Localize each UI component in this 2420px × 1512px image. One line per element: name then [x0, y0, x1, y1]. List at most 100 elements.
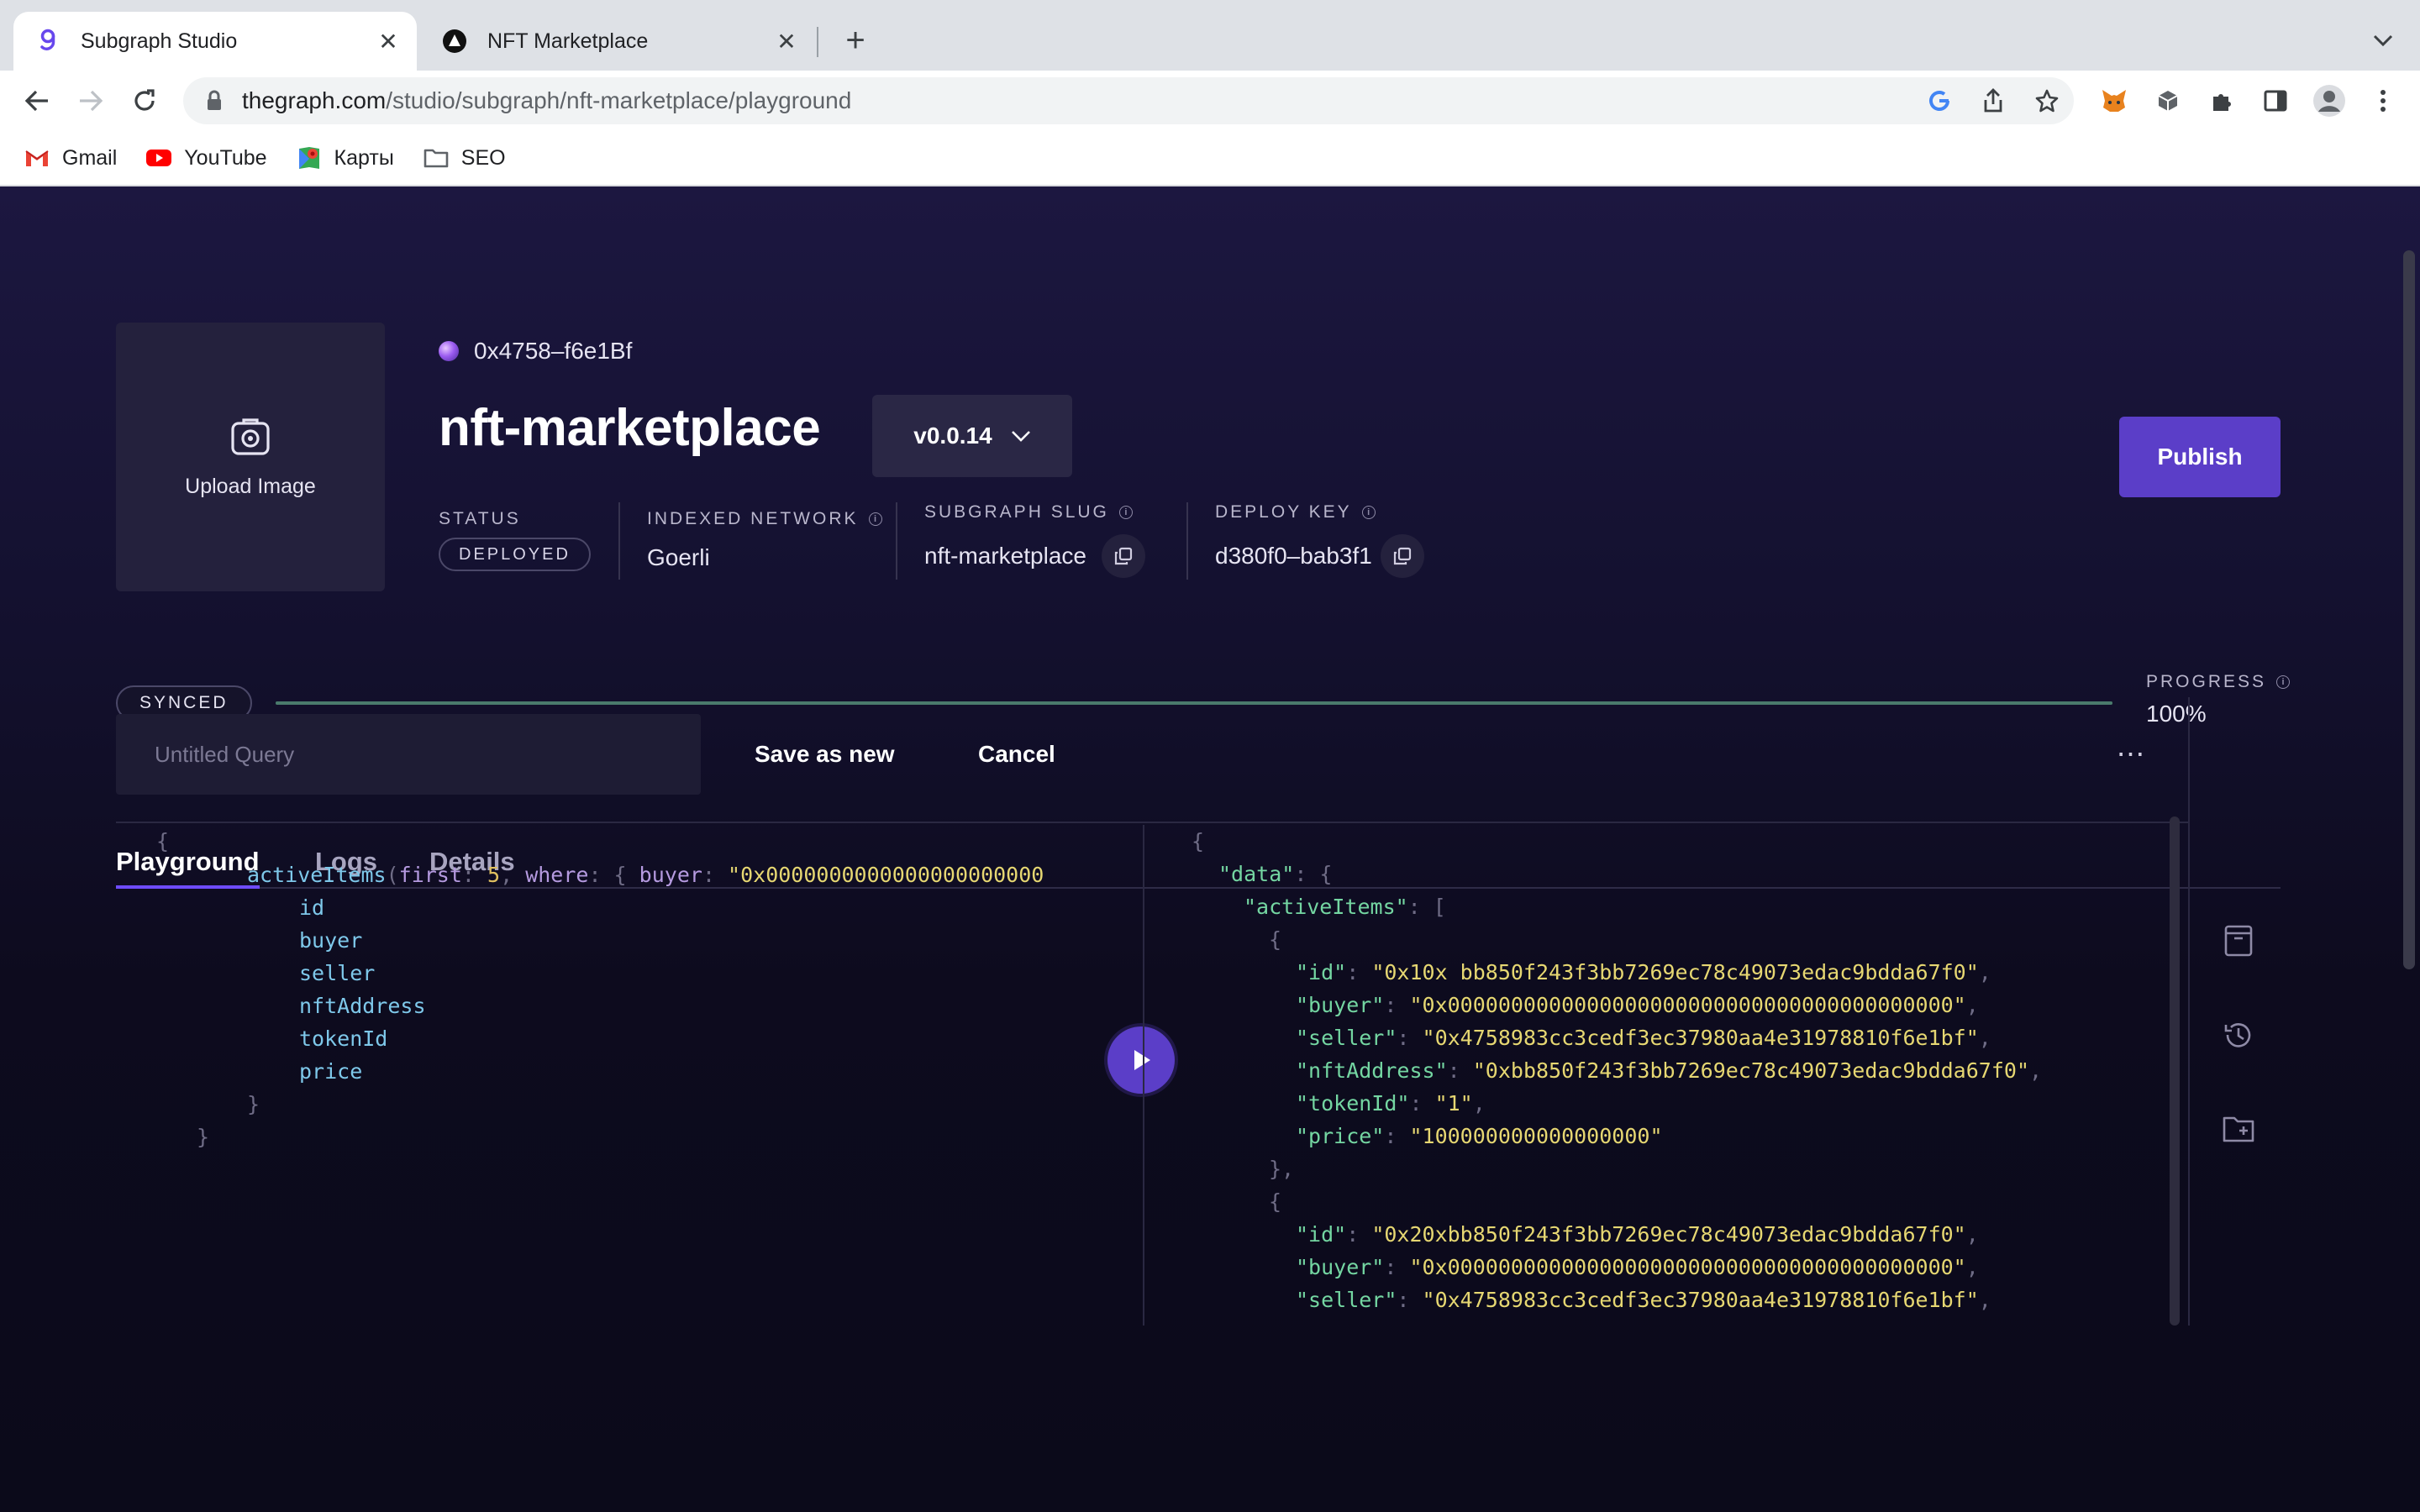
cancel-button[interactable]: Cancel: [978, 714, 1055, 795]
camera-icon: [231, 417, 270, 455]
query-arg-first: first: [398, 863, 462, 887]
result-value: "0xbb850f243f3bb7269ec78c49073edac9bdda6…: [1472, 1058, 2029, 1083]
status-field: STATUS DEPLOYED: [439, 509, 591, 571]
tab-title: Subgraph Studio: [81, 29, 238, 53]
bookmark-seo-folder[interactable]: SEO: [423, 145, 506, 171]
query-field: id: [299, 895, 325, 920]
result-brace: },: [1269, 1157, 1295, 1181]
result-value: "0x4758983cc3cedf3ec37980aa4e31978810f6e…: [1422, 1026, 1979, 1050]
close-tab-icon[interactable]: ✕: [770, 24, 803, 58]
result-row: "id": "0x20xbb850f243f3bb7269ec78c49073e…: [1296, 1222, 1979, 1247]
result-value: "100000000000000000": [1409, 1124, 1663, 1148]
bookmark-label: Gmail: [62, 145, 118, 170]
upload-image-button[interactable]: Upload Image: [116, 323, 385, 591]
info-icon[interactable]: i: [868, 512, 882, 526]
owner-address[interactable]: 0x4758–f6e1Bf: [439, 338, 632, 365]
copy-deploy-key-button[interactable]: [1380, 534, 1424, 578]
query-results-panel: { "data": { "activeItems": [ { "id": "0x…: [1143, 825, 2170, 1326]
more-options-icon[interactable]: ⋯: [2114, 738, 2148, 771]
query-name-input[interactable]: Untitled Query: [116, 714, 701, 795]
google-lens-icon[interactable]: [1923, 84, 1956, 118]
browser-menu-icon[interactable]: [2366, 84, 2400, 118]
back-arrow-icon[interactable]: [18, 82, 55, 119]
share-icon[interactable]: [1976, 84, 2010, 118]
extensions-puzzle-icon[interactable]: [2205, 84, 2238, 118]
address-bar[interactable]: thegraph.com/studio/subgraph/nft-marketp…: [183, 77, 2074, 124]
result-row: "buyer": "0x0000000000000000000000000000…: [1296, 993, 1979, 1017]
tab-title: NFT Marketplace: [487, 29, 649, 53]
owner-avatar-icon: [439, 341, 459, 361]
info-icon[interactable]: i: [2276, 675, 2291, 689]
query-entity-line: activeItems(first: 5, where: { buyer: "0…: [247, 863, 1044, 887]
upload-image-label: Upload Image: [185, 474, 316, 498]
bookmark-maps[interactable]: Карты: [296, 145, 394, 171]
browser-tab-nft-marketplace[interactable]: NFT Marketplace ✕: [420, 12, 815, 71]
saved-queries-icon[interactable]: [2220, 922, 2257, 959]
query-entity: activeItems: [247, 863, 387, 887]
info-icon[interactable]: i: [1361, 506, 1376, 519]
copy-slug-button[interactable]: [1101, 534, 1145, 578]
profile-avatar-icon[interactable]: [2312, 84, 2346, 118]
owner-address-text: 0x4758–f6e1Bf: [474, 338, 633, 364]
result-row: "buyer": "0x0000000000000000000000000000…: [1296, 1255, 1979, 1279]
side-panel-icon[interactable]: [2259, 84, 2292, 118]
divider: [618, 502, 620, 580]
chevron-down-icon: [1011, 431, 1030, 442]
folder-icon: [423, 145, 450, 171]
maps-icon: [296, 145, 323, 171]
new-tab-icon[interactable]: +: [837, 22, 874, 59]
publish-button[interactable]: Publish: [2119, 417, 2281, 497]
result-data-line: "data": {: [1218, 862, 1333, 886]
query-editor[interactable]: { activeItems(first: 5, where: { buyer: …: [116, 825, 1143, 1326]
url-host: thegraph.com: [242, 87, 387, 113]
query-field: buyer: [299, 928, 363, 953]
result-brace: {: [1269, 927, 1282, 952]
deploy-key-field: DEPLOY KEY i d380f0–bab3f1: [1215, 502, 1424, 578]
bookmark-label: YouTube: [184, 145, 267, 170]
query-paren: (: [386, 863, 399, 887]
subgraph-slug-value: nft-marketplace: [924, 543, 1086, 569]
browser-tab-strip: Subgraph Studio ✕ NFT Marketplace ✕ +: [0, 0, 2420, 71]
bookmark-gmail[interactable]: Gmail: [24, 145, 117, 171]
result-value: "0x10x bb850f243f3bb7269ec78c49073edac9b…: [1371, 960, 1979, 984]
bookmark-youtube[interactable]: YouTube: [145, 145, 267, 171]
result-key: "activeItems": [1244, 895, 1408, 919]
result-value: "0x4758983cc3cedf3ec37980aa4e31978810f6e…: [1422, 1288, 1979, 1312]
divider: [1186, 502, 1188, 580]
deploy-key-value: d380f0–bab3f1: [1215, 543, 1372, 569]
result-row: "nftAddress": "0xbb850f243f3bb7269ec78c4…: [1296, 1058, 2043, 1083]
query-field: nftAddress: [299, 994, 426, 1018]
bookmark-label: Карты: [334, 145, 394, 170]
result-row: "id": "0x10x bb850f243f3bb7269ec78c49073…: [1296, 960, 1991, 984]
browser-tab-subgraph-studio[interactable]: Subgraph Studio ✕: [13, 12, 417, 71]
metamask-extension-icon[interactable]: [2097, 84, 2131, 118]
cube-extension-icon[interactable]: [2151, 84, 2185, 118]
result-brace: {: [1192, 829, 1205, 853]
tab-separator: [817, 27, 818, 57]
subgraph-name: nft-marketplace: [439, 399, 821, 457]
history-icon[interactable]: [2220, 1016, 2257, 1053]
tab-search-chevron-icon[interactable]: [2368, 25, 2398, 55]
youtube-icon: [145, 145, 172, 171]
results-scrollbar[interactable]: [2170, 816, 2180, 1326]
subgraph-slug-heading: SUBGRAPH SLUG: [924, 502, 1109, 522]
query-close-brace: }: [247, 1092, 260, 1116]
lock-icon[interactable]: [203, 88, 225, 113]
indexed-network-heading: INDEXED NETWORK: [647, 509, 859, 528]
close-tab-icon[interactable]: ✕: [371, 24, 405, 58]
save-as-new-button[interactable]: Save as new: [755, 714, 895, 795]
reload-icon[interactable]: [126, 82, 163, 119]
bookmarks-bar: Gmail YouTube Карты SEO: [0, 131, 2420, 186]
info-icon[interactable]: i: [1118, 506, 1133, 519]
sync-progress-fill: [276, 701, 2112, 705]
sync-progress-bar: [276, 701, 2112, 705]
query-field: price: [299, 1059, 363, 1084]
result-value: "0x0000000000000000000000000000000000000…: [1409, 993, 1966, 1017]
bookmark-star-icon[interactable]: [2030, 84, 2064, 118]
new-folder-icon[interactable]: [2220, 1110, 2257, 1147]
version-dropdown[interactable]: v0.0.14: [872, 395, 1072, 477]
copy-icon: [1393, 547, 1411, 565]
forward-arrow-icon[interactable]: [72, 82, 109, 119]
status-badge: DEPLOYED: [439, 538, 591, 571]
page-scrollbar[interactable]: [2403, 250, 2415, 969]
